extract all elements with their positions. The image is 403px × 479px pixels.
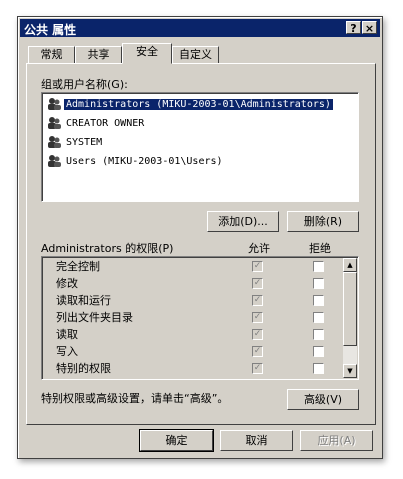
permission-row: 特别的权限 ✓ (42, 360, 342, 377)
advanced-button[interactable]: 高级(V) (287, 389, 359, 410)
deny-checkbox[interactable] (313, 312, 324, 323)
tab-security[interactable]: 安全 (122, 43, 172, 64)
deny-checkbox[interactable] (313, 278, 324, 289)
ok-button[interactable]: 确定 (139, 429, 214, 452)
properties-dialog: 公共 属性 ? × 常规 共享 安全 自定义 组或用户名称(G): Admini… (17, 16, 383, 459)
allow-checkbox[interactable]: ✓ (252, 312, 263, 323)
tab-general[interactable]: 常规 (28, 46, 75, 64)
allow-checkbox[interactable]: ✓ (252, 278, 263, 289)
deny-checkbox[interactable] (313, 295, 324, 306)
add-button[interactable]: 添加(D)... (207, 211, 279, 232)
user-item[interactable]: SYSTEM (46, 135, 104, 151)
window-title: 公共 属性 (24, 23, 77, 37)
user-item[interactable]: Users (MIKU-2003-01\Users) (46, 154, 225, 170)
permission-row: 完全控制 ✓ (42, 258, 342, 275)
user-group-icon (46, 135, 62, 149)
user-item[interactable]: Administrators (MIKU-2003-01\Administrat… (46, 97, 333, 113)
user-list[interactable]: Administrators (MIKU-2003-01\Administrat… (41, 92, 359, 202)
tab-sharing[interactable]: 共享 (75, 46, 122, 64)
deny-checkbox[interactable] (313, 346, 324, 357)
deny-checkbox[interactable] (313, 261, 324, 272)
deny-checkbox[interactable] (313, 329, 324, 340)
remove-button[interactable]: 删除(R) (287, 211, 359, 232)
scroll-thumb[interactable] (343, 272, 357, 346)
permission-row: 列出文件夹目录 ✓ (42, 309, 342, 326)
title-bar[interactable]: 公共 属性 ? × (20, 19, 380, 37)
permission-row: 读取和运行 ✓ (42, 292, 342, 309)
deny-checkbox[interactable] (313, 363, 324, 374)
user-group-icon (46, 154, 62, 168)
scroll-up-arrow-icon[interactable]: ▲ (343, 258, 357, 272)
close-button[interactable]: × (362, 21, 377, 35)
apply-button[interactable]: 应用(A) (300, 430, 373, 451)
group-users-label: 组或用户名称(G): (41, 78, 128, 91)
allow-checkbox[interactable]: ✓ (252, 261, 263, 272)
allow-header: 允许 (248, 242, 270, 255)
permission-row: 写入 ✓ (42, 343, 342, 360)
user-item[interactable]: CREATOR OWNER (46, 116, 146, 132)
permissions-list[interactable]: 完全控制 ✓ 修改 ✓ 读取和运行 ✓ 列出文件夹目录 ✓ 读取 ✓ 写入 ✓ … (41, 256, 359, 380)
advanced-hint: 特别权限或高级设置，请单击“高级”。 (41, 392, 229, 405)
allow-checkbox[interactable]: ✓ (252, 363, 263, 374)
tab-custom[interactable]: 自定义 (172, 46, 219, 64)
deny-header: 拒绝 (309, 242, 331, 255)
cancel-button[interactable]: 取消 (220, 430, 293, 451)
permission-row: 读取 ✓ (42, 326, 342, 343)
permissions-label: Administrators 的权限(P) (41, 242, 174, 255)
security-panel: 组或用户名称(G): Administrators (MIKU-2003-01\… (26, 63, 376, 425)
user-group-icon (46, 97, 62, 111)
scroll-down-arrow-icon[interactable]: ▼ (343, 364, 357, 378)
user-group-icon (46, 116, 62, 130)
allow-checkbox[interactable]: ✓ (252, 329, 263, 340)
help-button[interactable]: ? (346, 21, 361, 35)
allow-checkbox[interactable]: ✓ (252, 346, 263, 357)
permissions-scrollbar[interactable]: ▲ ▼ (343, 258, 357, 378)
permission-row: 修改 ✓ (42, 275, 342, 292)
allow-checkbox[interactable]: ✓ (252, 295, 263, 306)
